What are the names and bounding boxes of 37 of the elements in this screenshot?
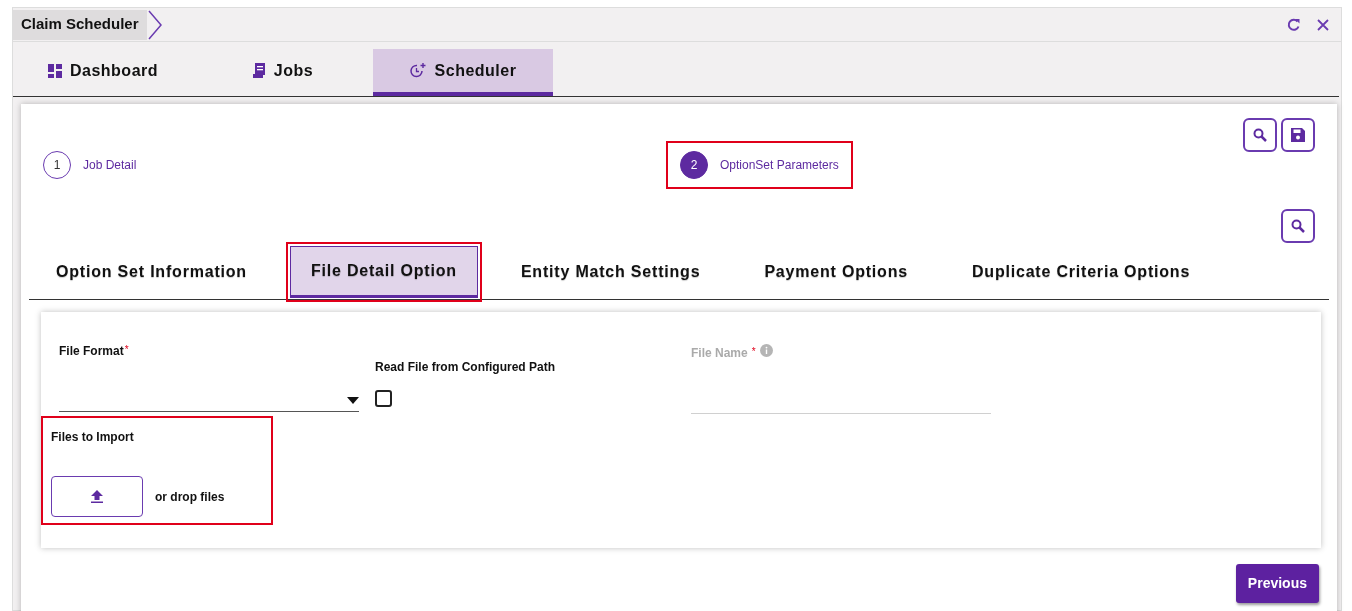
document-icon: [252, 63, 266, 78]
search-button[interactable]: [1281, 209, 1315, 243]
save-icon: [1290, 127, 1306, 143]
required-mark: *: [751, 345, 756, 359]
option-tab[interactable]: Option Set Information: [35, 246, 268, 297]
nav-tab[interactable]: Scheduler: [373, 49, 553, 96]
chevron-icon: [146, 9, 163, 40]
field-label: Files to Import: [51, 430, 134, 444]
nav-tab[interactable]: Jobs: [193, 49, 373, 96]
caret-icon: [347, 397, 359, 404]
upload-button[interactable]: [51, 476, 143, 517]
field-label: Read File from Configured Path: [375, 360, 555, 374]
nav-tab[interactable]: Dashboard: [13, 49, 193, 96]
upload-icon: [91, 490, 103, 503]
refresh-icon[interactable]: [1287, 17, 1301, 32]
search-button[interactable]: [1243, 118, 1277, 152]
breadcrumb-item[interactable]: Claim Scheduler: [13, 9, 147, 40]
option-tab[interactable]: Duplicate Criteria Options: [950, 246, 1212, 297]
step-link[interactable]: Job Detail: [83, 156, 137, 174]
option-tab[interactable]: Payment Options: [743, 246, 929, 297]
previous-button[interactable]: Previous: [1235, 564, 1319, 603]
step-link[interactable]: OptionSet Parameters: [720, 156, 839, 174]
search-icon: [1253, 128, 1267, 142]
option-tab[interactable]: File Detail Option: [289, 245, 478, 298]
drop-hint: or drop files: [155, 488, 225, 506]
field-label: File Name: [691, 345, 748, 362]
save-button[interactable]: [1281, 118, 1315, 152]
step-number: 2: [680, 151, 708, 179]
field-label: File Format: [59, 343, 124, 360]
required-mark: *: [124, 343, 129, 357]
clock-add-icon: [409, 62, 427, 79]
option-tab[interactable]: Entity Match Settings: [499, 246, 722, 297]
info-icon: [759, 344, 773, 357]
checkbox[interactable]: [375, 390, 392, 407]
grid-icon: [47, 63, 62, 78]
search-icon: [1291, 219, 1305, 233]
close-icon[interactable]: [1317, 18, 1329, 31]
